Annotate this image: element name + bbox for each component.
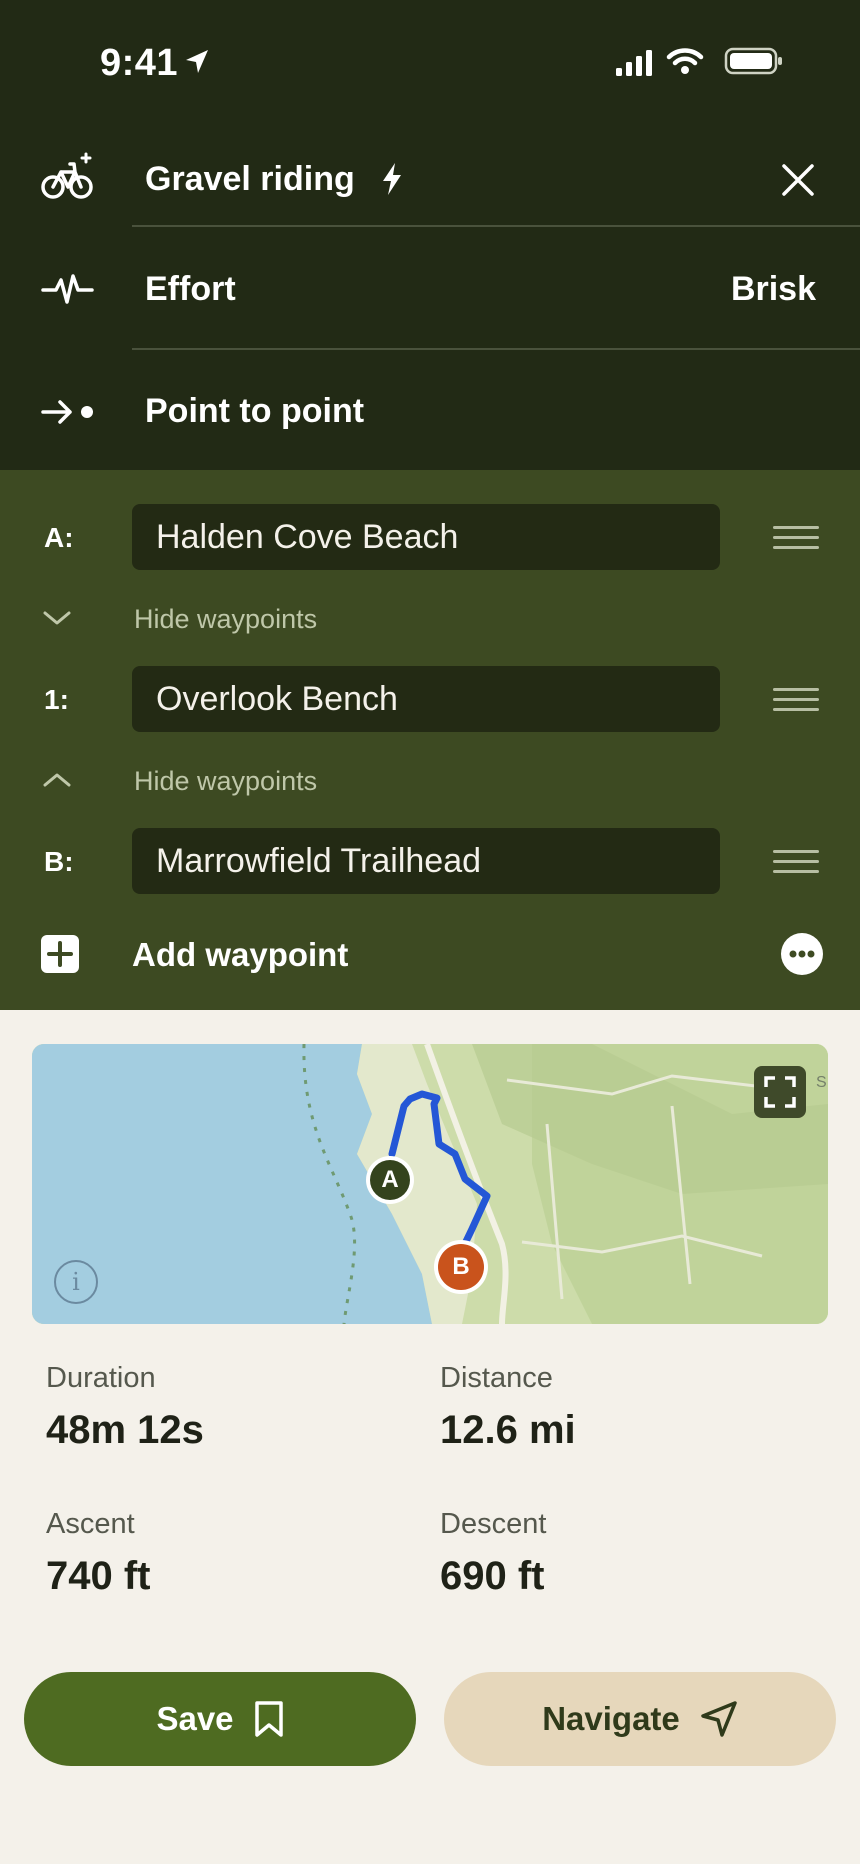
duration-value: 48m 12s xyxy=(46,1408,204,1452)
map-edge-label: S xyxy=(816,1074,827,1091)
descent-label: Descent xyxy=(440,1508,547,1540)
route-map[interactable]: A B S i xyxy=(32,1044,828,1324)
navigate-button[interactable]: Navigate xyxy=(444,1672,836,1766)
end-waypoint-field[interactable]: Marrowfield Trailhead xyxy=(132,828,720,894)
activity-label: Gravel riding xyxy=(145,160,355,198)
map-canvas xyxy=(32,1044,828,1324)
waypoint-key-start: A: xyxy=(44,522,74,553)
marker-end-label: B xyxy=(438,1244,484,1290)
distance-label: Distance xyxy=(440,1362,553,1394)
ascent-label: Ascent xyxy=(46,1508,135,1540)
divider xyxy=(132,348,860,350)
hide-waypoints-toggle[interactable]: Hide waypoints xyxy=(0,762,860,802)
battery-icon xyxy=(724,47,782,75)
add-waypoint-label: Add waypoint xyxy=(132,936,349,973)
drag-handle-icon[interactable] xyxy=(773,688,819,712)
drag-handle-icon[interactable] xyxy=(773,850,819,874)
expand-icon xyxy=(764,1076,796,1108)
waypoint-key-end: B: xyxy=(44,846,74,877)
chevron-up-icon xyxy=(43,773,71,787)
start-waypoint-field[interactable]: Halden Cove Beach xyxy=(132,504,720,570)
cellular-signal-icon xyxy=(616,50,652,76)
hide-waypoints-label: Hide waypoints xyxy=(134,604,318,634)
status-bar: 9:41 xyxy=(0,0,860,120)
effort-value: Brisk xyxy=(730,270,816,308)
save-button[interactable]: Save xyxy=(24,1672,416,1766)
heartbeat-icon xyxy=(41,274,94,304)
ascent-value: 740 ft xyxy=(46,1554,151,1598)
hide-waypoints-toggle[interactable]: Hide waypoints xyxy=(0,600,860,640)
drag-handle-icon[interactable] xyxy=(773,526,819,550)
info-icon[interactable]: i xyxy=(54,1260,98,1304)
navigate-label: Navigate xyxy=(542,1700,680,1737)
route-mode-label: Point to point xyxy=(145,392,365,430)
marker-end[interactable]: B xyxy=(434,1240,488,1294)
status-time: 9:41 xyxy=(100,42,179,84)
more-icon[interactable] xyxy=(780,932,824,976)
add-waypoint-button[interactable]: Add waypoint xyxy=(0,926,860,986)
route-mode-row[interactable]: Point to point xyxy=(0,368,860,454)
expand-map-button[interactable] xyxy=(754,1066,806,1118)
bolt-icon xyxy=(383,163,401,195)
marker-start-label: A xyxy=(370,1160,410,1200)
effort-label: Effort xyxy=(145,270,236,308)
location-arrow-icon xyxy=(186,50,208,73)
middle-waypoint-field[interactable]: Overlook Bench xyxy=(132,666,720,732)
waypoints-panel: A: Halden Cove Beach Hide waypoints 1: O… xyxy=(0,470,860,1010)
wifi-icon xyxy=(666,48,704,74)
close-icon[interactable] xyxy=(780,162,816,198)
arrow-to-point-icon xyxy=(41,400,93,424)
bike-icon xyxy=(41,152,93,199)
plus-square-icon xyxy=(41,935,79,973)
distance-value: 12.6 mi xyxy=(440,1408,576,1452)
chevron-down-icon xyxy=(43,611,71,625)
descent-value: 690 ft xyxy=(440,1554,545,1598)
bookmark-icon xyxy=(254,1701,283,1737)
hide-waypoints-label: Hide waypoints xyxy=(134,766,318,796)
duration-label: Duration xyxy=(46,1362,156,1394)
effort-row[interactable]: Effort Brisk xyxy=(0,246,860,332)
activity-row[interactable]: Gravel riding xyxy=(0,136,860,222)
waypoint-key-middle: 1: xyxy=(44,684,69,715)
save-label: Save xyxy=(156,1700,234,1737)
navigation-arrow-icon xyxy=(701,1701,737,1737)
divider xyxy=(132,225,860,227)
marker-start[interactable]: A xyxy=(366,1156,414,1204)
route-settings-header: 9:41 Gravel riding Effort Brisk Point to… xyxy=(0,0,860,470)
